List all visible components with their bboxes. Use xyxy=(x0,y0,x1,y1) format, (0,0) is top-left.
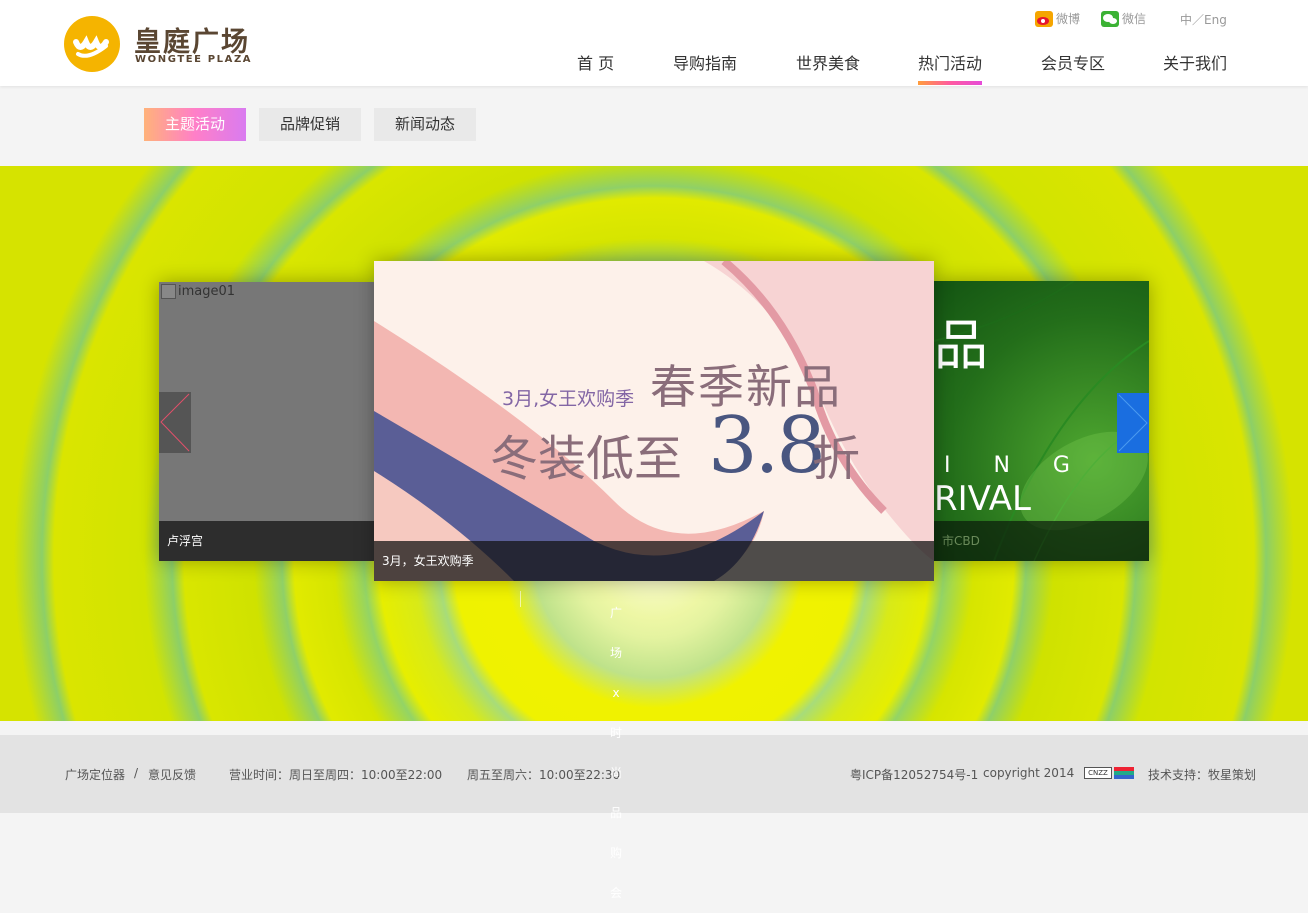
broken-image-icon xyxy=(161,284,176,299)
nav-members[interactable]: 会员专区 xyxy=(1041,50,1105,74)
slide-caption: 3月，女王欢购季 xyxy=(374,541,934,581)
image-alt-text: image01 xyxy=(178,284,236,299)
footer-icp[interactable]: 粤ICP备12052754号-1 xyxy=(850,766,978,783)
carousel-slide-right[interactable]: 品 I N G RIVAL 市CBD xyxy=(934,281,1149,561)
site-footer: 广场定位器 / 意见反馈 营业时间：周日至周四：10:00至22:00 周五至周… xyxy=(0,735,1308,813)
slide-right-char-a: 品 xyxy=(934,314,988,377)
arrow-right-icon xyxy=(1118,394,1148,452)
weibo-label: 微博 xyxy=(1056,12,1081,26)
nav-world-food[interactable]: 世界美食 xyxy=(796,50,860,74)
slide-right-caption-text: 市CBD xyxy=(942,534,980,548)
site-header: 皇庭广场 WONGTEE PLAZA 微博 微信 中／Eng 首 页 导购指南 … xyxy=(0,0,1308,86)
weibo-icon xyxy=(1035,10,1053,27)
footer-separator: / xyxy=(134,766,139,780)
cnzz-badge[interactable]: CNZZ xyxy=(1084,767,1134,779)
carousel-slide-left[interactable]: image01 卢浮宫 xyxy=(159,282,374,561)
nav-about-us[interactable]: 关于我们 xyxy=(1163,50,1227,74)
wechat-icon xyxy=(1101,10,1119,27)
slide-right-text-c: RIVAL xyxy=(934,479,1031,519)
divider xyxy=(520,591,521,607)
vertical-caption: 广场x时尚品购会 xyxy=(609,606,622,900)
tab-theme-events[interactable]: 主题活动 xyxy=(144,108,246,141)
cnzz-stats-icon xyxy=(1114,767,1134,779)
broken-image: image01 xyxy=(161,284,235,299)
carousel-next-button[interactable] xyxy=(1117,393,1149,453)
tab-news[interactable]: 新闻动态 xyxy=(374,108,476,141)
nav-active-indicator xyxy=(918,81,982,85)
slide-right-text-b: I N G xyxy=(944,453,1088,478)
footer-feedback-link[interactable]: 意见反馈 xyxy=(148,766,196,783)
cnzz-text: CNZZ xyxy=(1084,767,1112,779)
footer-hours-weekday: 营业时间：周日至周四：10:00至22:00 xyxy=(229,768,443,782)
footer-locator-link[interactable]: 广场定位器 xyxy=(65,766,125,783)
logo-en-text: WONGTEE PLAZA xyxy=(135,54,253,65)
footer-hours-weekend: 周五至周六：10:00至22:30 xyxy=(467,768,621,782)
headline-discount: 3.8 xyxy=(708,401,826,491)
slide-caption: 卢浮宫 xyxy=(159,521,374,561)
carousel-prev-button[interactable] xyxy=(159,392,191,453)
slide-right-caption: 市CBD xyxy=(934,521,1149,561)
carousel-slide-center[interactable]: 3月,女王欢购季 春季新品 冬装低至 3.8 折 3月，女王欢购季 xyxy=(374,261,934,581)
wechat-link[interactable]: 微信 xyxy=(1101,10,1146,27)
footer-copyright: copyright 2014 xyxy=(983,766,1075,780)
tab-brand-promotions[interactable]: 品牌促销 xyxy=(259,108,361,141)
headline-subtitle: 3月,女王欢购季 xyxy=(502,388,635,410)
logo[interactable]: 皇庭广场 WONGTEE PLAZA xyxy=(64,16,254,74)
nav-shopping-guide[interactable]: 导购指南 xyxy=(673,50,737,74)
headline-line2: 冬装低至 xyxy=(490,431,683,487)
footer-support[interactable]: 技术支持：牧星策划 xyxy=(1148,766,1256,783)
language-switch[interactable]: 中／Eng xyxy=(1180,11,1227,28)
logo-mark-icon xyxy=(64,16,120,72)
nav-home[interactable]: 首 页 xyxy=(577,50,614,74)
weibo-link[interactable]: 微博 xyxy=(1035,10,1080,27)
headline-suffix: 折 xyxy=(812,431,861,487)
nav-hot-events[interactable]: 热门活动 xyxy=(918,50,982,74)
arrow-left-icon xyxy=(160,393,190,452)
wechat-label: 微信 xyxy=(1122,12,1147,26)
